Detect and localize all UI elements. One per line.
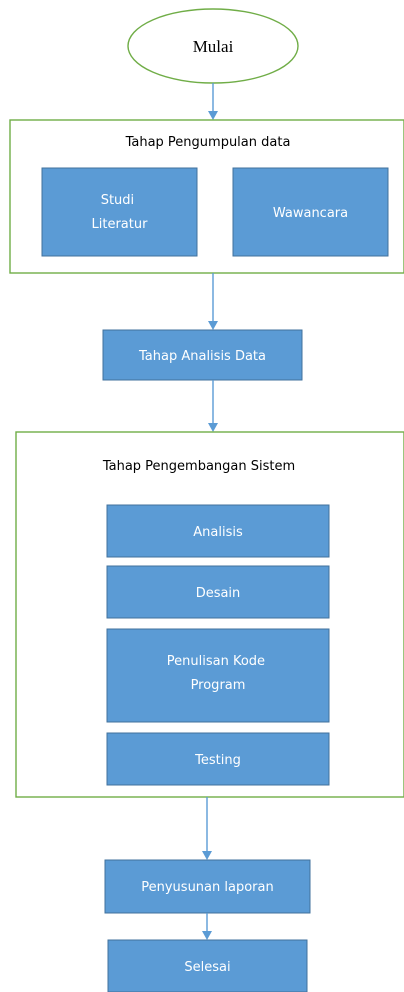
step-testing-label: Testing	[194, 753, 241, 768]
step-studi-literatur-line-1: Studi	[101, 193, 134, 208]
collection-stage-group: Tahap Pengumpulan data Studi Literatur W…	[9, 119, 404, 274]
step-penulisan-line-1: Penulisan Kode	[167, 654, 265, 669]
step-wawancara: Wawancara	[232, 167, 389, 257]
connector-development-to-report	[202, 797, 212, 860]
connector-report-to-end	[202, 913, 212, 940]
flowchart: Mulai Tahap Pengumpulan data Studi Liter…	[9, 8, 404, 992]
end-node: Selesai	[107, 939, 308, 992]
connector-analysis-to-development	[208, 380, 218, 432]
collection-stage-title: Tahap Pengumpulan data	[125, 135, 291, 150]
step-studi-literatur: Studi Literatur	[41, 167, 198, 257]
step-desain: Desain	[106, 565, 330, 619]
step-testing: Testing	[106, 732, 330, 786]
step-penulisan-line-2: Program	[191, 678, 246, 693]
step-studi-literatur-line-2: Literatur	[92, 217, 149, 232]
analysis-stage-node: Tahap Analisis Data	[102, 329, 303, 381]
connector-start-to-collection	[208, 83, 218, 120]
start-node: Mulai	[127, 8, 299, 84]
development-stage-group: Tahap Pengembangan Sistem Analisis Desai…	[15, 431, 404, 798]
step-penulisan-kode-program: Penulisan Kode Program	[106, 628, 330, 723]
step-analisis-label: Analisis	[193, 525, 243, 540]
development-stage-title: Tahap Pengembangan Sistem	[102, 459, 295, 474]
report-stage-label: Penyusunan laporan	[141, 880, 273, 895]
analysis-stage-label: Tahap Analisis Data	[138, 349, 266, 364]
connector-collection-to-analysis	[208, 273, 218, 330]
step-desain-label: Desain	[196, 586, 241, 601]
end-label: Selesai	[184, 960, 230, 975]
report-stage-node: Penyusunan laporan	[104, 859, 311, 914]
step-analisis: Analisis	[106, 504, 330, 558]
start-label: Mulai	[193, 37, 234, 56]
step-wawancara-label: Wawancara	[273, 206, 348, 221]
